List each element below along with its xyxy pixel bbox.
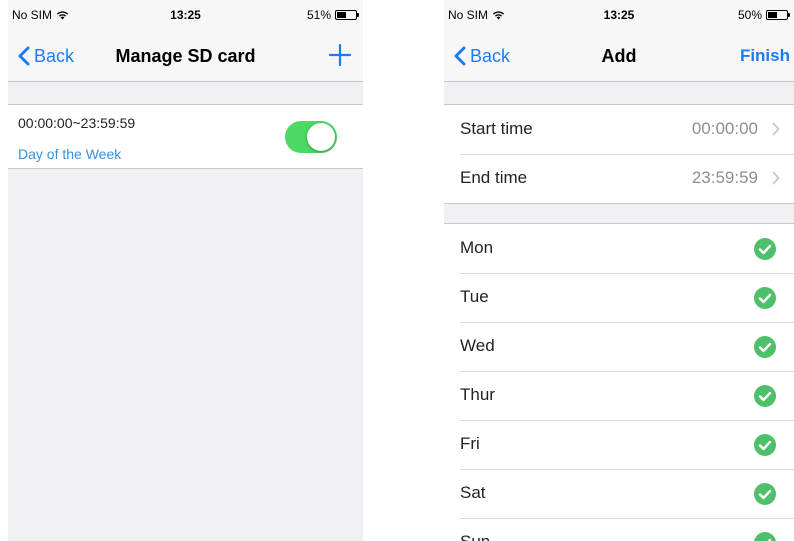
day-of-week-link[interactable]: Day of the Week	[18, 146, 121, 162]
chevron-left-icon	[454, 46, 466, 66]
day-label: Fri	[460, 434, 480, 453]
chevron-left-icon	[18, 46, 30, 66]
status-bar: No SIM 13:25 50%	[444, 0, 794, 30]
navigation-bar: Back Add Finish	[444, 30, 794, 82]
back-label: Back	[470, 45, 511, 66]
navigation-bar: Back Manage SD card	[8, 30, 363, 82]
battery-percent: 51%	[306, 8, 331, 22]
battery-percent: 50%	[737, 8, 762, 22]
checkmark-icon	[754, 385, 776, 407]
battery-icon	[335, 10, 359, 20]
day-label: Sun	[460, 518, 490, 541]
day-label: Thur	[460, 385, 495, 404]
schedule-time-range: 00:00:00~23:59:59	[18, 115, 136, 131]
day-row-sat[interactable]: Sat	[444, 469, 794, 518]
checkmark-icon	[754, 434, 776, 456]
day-row-wed[interactable]: Wed	[444, 322, 794, 371]
battery-icon	[766, 10, 790, 20]
checkmark-icon	[754, 483, 776, 505]
time-range-group: Start time 00:00:00 End time 23:59:59	[444, 104, 794, 204]
battery-fill	[768, 12, 777, 18]
checkmark-icon	[754, 336, 776, 358]
schedule-item[interactable]: 00:00:00~23:59:59 Day of the Week	[8, 104, 363, 169]
day-label: Sat	[460, 483, 486, 502]
day-row-sun[interactable]: Sun	[444, 518, 794, 541]
back-button[interactable]: Back	[18, 30, 74, 82]
chevron-right-icon	[772, 122, 780, 136]
day-row-mon[interactable]: Mon	[444, 224, 794, 273]
day-row-tue[interactable]: Tue	[444, 273, 794, 322]
start-time-row[interactable]: Start time 00:00:00	[444, 105, 794, 154]
end-time-value: 23:59:59	[691, 168, 758, 187]
start-time-value: 00:00:00	[691, 119, 758, 138]
plus-icon[interactable]	[328, 43, 352, 67]
day-row-thur[interactable]: Thur	[444, 371, 794, 420]
day-row-fri[interactable]: Fri	[444, 420, 794, 469]
battery-fill	[337, 12, 346, 18]
toggle-knob	[307, 123, 335, 151]
manage-sd-card-screen: No SIM 13:25 51% Back Manage SD card 00:…	[8, 0, 363, 541]
checkmark-icon	[754, 287, 776, 309]
day-label: Wed	[460, 336, 495, 355]
back-button[interactable]: Back	[454, 30, 510, 82]
end-time-label: End time	[460, 168, 528, 187]
schedule-toggle[interactable]	[285, 121, 337, 153]
finish-button[interactable]: Finish	[740, 30, 790, 82]
day-label: Tue	[460, 287, 489, 306]
battery-indicator: 51%	[306, 8, 359, 22]
day-label: Mon	[460, 238, 494, 257]
start-time-label: Start time	[460, 119, 533, 138]
back-label: Back	[34, 45, 75, 66]
weekday-group: Mon Tue Wed Thur Fri Sat Sun	[444, 223, 794, 541]
status-bar: No SIM 13:25 51%	[8, 0, 363, 30]
battery-indicator: 50%	[737, 8, 790, 22]
checkmark-icon	[754, 238, 776, 260]
end-time-row[interactable]: End time 23:59:59	[444, 154, 794, 203]
checkmark-icon	[754, 532, 776, 541]
chevron-right-icon	[772, 171, 780, 185]
add-schedule-screen: No SIM 13:25 50% Back Add Finish Start t…	[444, 0, 794, 541]
